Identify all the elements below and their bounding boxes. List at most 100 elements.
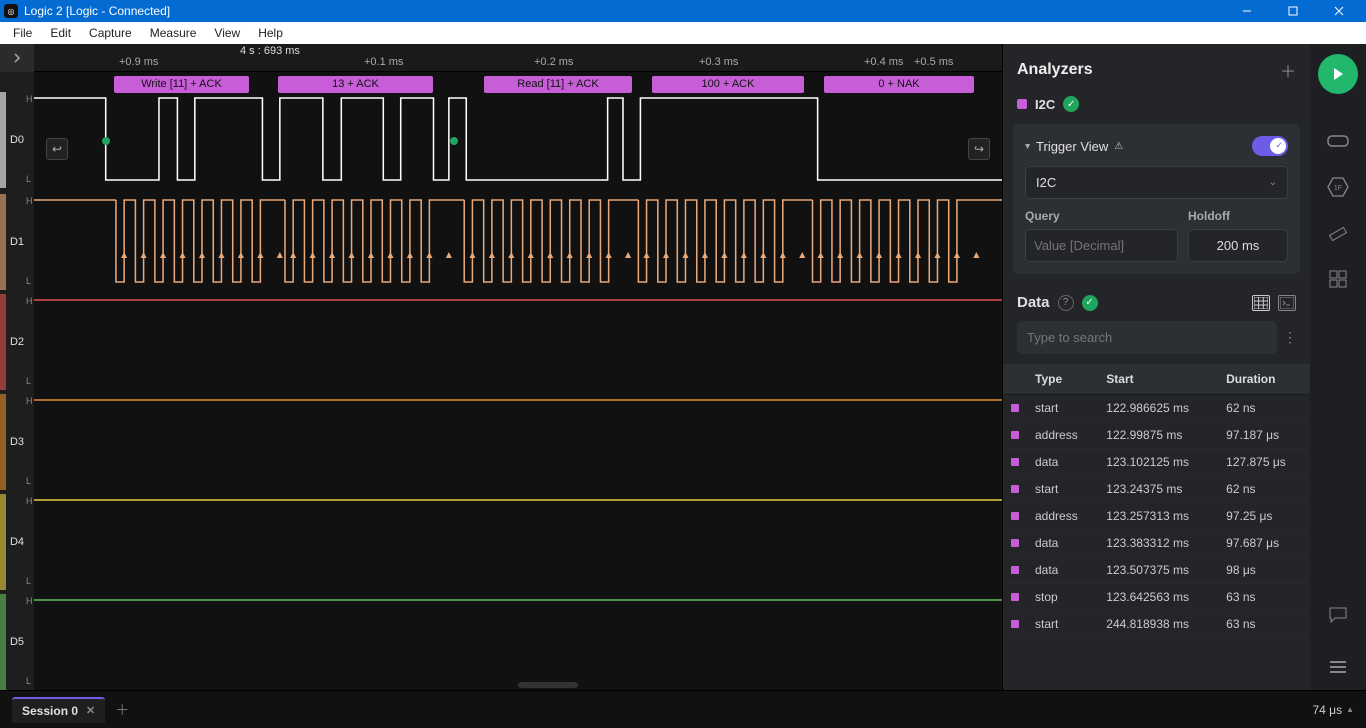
cell-type: data [1027, 449, 1098, 476]
signal-row-d1[interactable] [34, 194, 1002, 290]
cell-type: start [1027, 476, 1098, 503]
cell-duration: 62 ns [1218, 395, 1310, 422]
time-ruler[interactable]: 4 s : 693 ms +0.9 ms+0.1 ms+0.2 ms+0.3 m… [34, 44, 1002, 72]
decoded-packet[interactable]: 100 + ACK [652, 76, 804, 93]
signal-row-d0[interactable]: ↩ ↪ [34, 92, 1002, 188]
signal-row-d3[interactable] [34, 394, 1002, 490]
cell-type: start [1027, 611, 1098, 638]
zoom-value: 74 μs [1312, 703, 1342, 717]
level-low-label: L [26, 174, 31, 184]
table-row[interactable]: start122.986625 ms62 ns [1003, 395, 1310, 422]
col-start[interactable]: Start [1098, 364, 1218, 395]
data-table[interactable]: Type Start Duration start122.986625 ms62… [1003, 364, 1310, 690]
prev-edge-icon[interactable]: ↩ [46, 138, 68, 160]
holdoff-input[interactable] [1188, 229, 1288, 262]
cell-start: 123.24375 ms [1098, 476, 1218, 503]
level-low-label: L [26, 276, 31, 286]
session-tab[interactable]: Session 0 ✕ [12, 697, 105, 723]
cell-type: start [1027, 395, 1098, 422]
cell-type: stop [1027, 584, 1098, 611]
feedback-icon[interactable] [1327, 606, 1349, 624]
help-icon[interactable]: ? [1058, 295, 1074, 311]
session-label: Session 0 [22, 704, 78, 718]
ruler-tick: +0.5 ms [914, 56, 953, 68]
waveform-area[interactable]: 4 s : 693 ms +0.9 ms+0.1 ms+0.2 ms+0.3 m… [34, 44, 1002, 690]
cell-duration: 98 μs [1218, 557, 1310, 584]
terminal-view-icon[interactable] [1278, 295, 1296, 311]
row-color-dot [1011, 566, 1019, 574]
menu-bar: File Edit Capture Measure View Help [0, 22, 1366, 44]
decoded-packet[interactable]: Read [11] + ACK [484, 76, 632, 93]
menu-file[interactable]: File [4, 26, 41, 40]
cell-start: 123.257313 ms [1098, 503, 1218, 530]
level-high-label: H [26, 396, 33, 406]
svg-text:1F: 1F [1334, 185, 1342, 192]
data-search-input[interactable] [1017, 321, 1277, 354]
close-button[interactable] [1316, 0, 1362, 22]
menu-measure[interactable]: Measure [141, 26, 206, 40]
cell-type: address [1027, 503, 1098, 530]
device-icon[interactable] [1327, 132, 1349, 150]
cell-duration: 127.875 μs [1218, 449, 1310, 476]
menu-help[interactable]: Help [249, 26, 292, 40]
chevron-down-icon[interactable]: ▸ [1022, 143, 1033, 148]
trigger-marker-icon[interactable] [102, 137, 110, 145]
table-row[interactable]: data123.383312 ms97.687 μs [1003, 530, 1310, 557]
titlebar: ◎ Logic 2 [Logic - Connected] [0, 0, 1366, 22]
channel-labels: D0HLD1HLD2HLD3HLD4HLD5HL [0, 72, 34, 690]
cell-start: 123.642563 ms [1098, 584, 1218, 611]
query-input[interactable] [1025, 229, 1178, 262]
trigger-marker-icon[interactable] [450, 137, 458, 145]
menu-edit[interactable]: Edit [41, 26, 80, 40]
decoded-packet[interactable]: Write [11] + ACK [114, 76, 249, 93]
cell-start: 123.102125 ms [1098, 449, 1218, 476]
table-row[interactable]: start244.818938 ms63 ns [1003, 611, 1310, 638]
zoom-level[interactable]: 74 μs ▲ [1312, 703, 1354, 717]
ruler-tick: +0.4 ms [864, 56, 903, 68]
expand-sidebar-button[interactable] [0, 44, 34, 72]
table-row[interactable]: data123.102125 ms127.875 μs [1003, 449, 1310, 476]
minimize-button[interactable] [1224, 0, 1270, 22]
col-type[interactable]: Type [1027, 364, 1098, 395]
table-row[interactable]: start123.24375 ms62 ns [1003, 476, 1310, 503]
extensions-icon[interactable] [1327, 270, 1349, 288]
signal-row-d2[interactable] [34, 294, 1002, 390]
kebab-menu-icon[interactable]: ⋮ [1283, 329, 1296, 346]
cell-duration: 97.687 μs [1218, 530, 1310, 557]
row-color-dot [1011, 512, 1019, 520]
table-view-icon[interactable] [1252, 295, 1270, 311]
trigger-view-card: ▸ Trigger View ⚠ ✓ I2C ⌄ Query Holdoff [1013, 124, 1300, 274]
decoded-packet[interactable]: 13 + ACK [278, 76, 433, 93]
next-edge-icon[interactable]: ↪ [968, 138, 990, 160]
table-row[interactable]: address122.99875 ms97.187 μs [1003, 422, 1310, 449]
maximize-button[interactable] [1270, 0, 1316, 22]
table-row[interactable]: stop123.642563 ms63 ns [1003, 584, 1310, 611]
table-row[interactable]: data123.507375 ms98 μs [1003, 557, 1310, 584]
ruler-icon[interactable] [1327, 224, 1349, 242]
add-analyzer-button[interactable]: ＋ [1280, 58, 1296, 82]
trigger-protocol-select[interactable]: I2C ⌄ [1025, 166, 1288, 199]
analyzer-item-i2c[interactable]: I2C ✓ [1003, 92, 1310, 124]
signal-row-d5[interactable] [34, 594, 1002, 690]
menu-capture[interactable]: Capture [80, 26, 141, 40]
cell-start: 123.507375 ms [1098, 557, 1218, 584]
menu-icon[interactable] [1327, 658, 1349, 676]
trigger-toggle[interactable]: ✓ [1252, 136, 1288, 156]
level-low-label: L [26, 576, 31, 586]
decoded-packet[interactable]: 0 + NAK [824, 76, 974, 93]
row-color-dot [1011, 593, 1019, 601]
start-capture-button[interactable] [1318, 54, 1358, 94]
menu-view[interactable]: View [205, 26, 249, 40]
check-icon: ✓ [1063, 96, 1079, 112]
table-row[interactable]: address123.257313 ms97.25 μs [1003, 503, 1310, 530]
add-session-button[interactable]: ＋ [115, 700, 129, 720]
close-tab-icon[interactable]: ✕ [86, 704, 95, 717]
hex-1f-icon[interactable]: 1F [1327, 178, 1349, 196]
signal-row-d4[interactable] [34, 494, 1002, 590]
col-duration[interactable]: Duration [1218, 364, 1310, 395]
tool-rail: 1F [1310, 44, 1366, 690]
cell-duration: 97.187 μs [1218, 422, 1310, 449]
analyzers-title: Analyzers [1017, 61, 1093, 79]
horizontal-scrollbar[interactable] [518, 682, 578, 688]
data-title: Data [1017, 294, 1050, 311]
